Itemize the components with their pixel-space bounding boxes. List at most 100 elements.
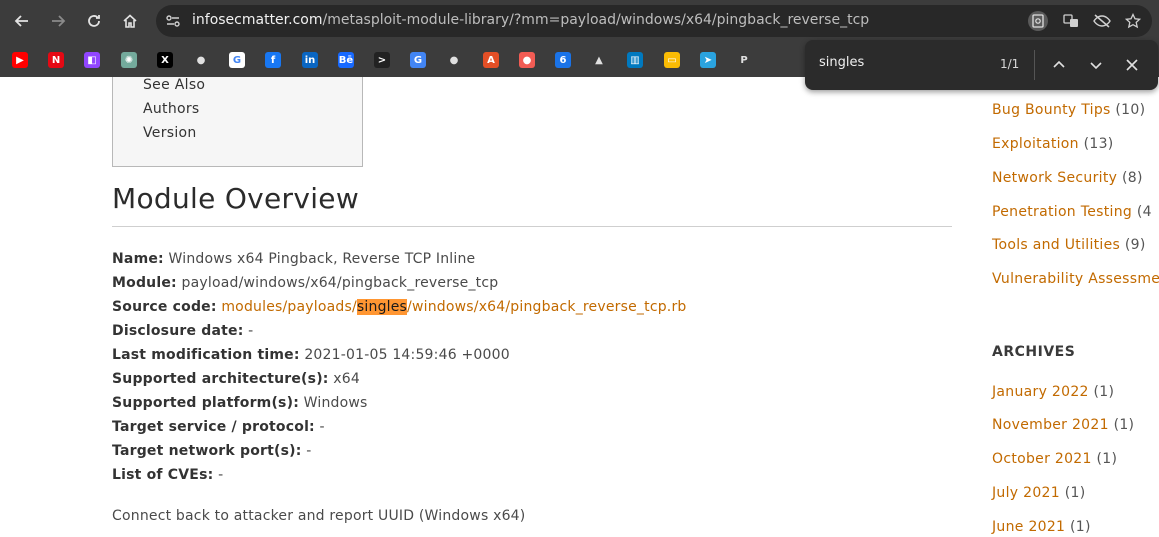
- reload-icon: [88, 15, 100, 27]
- eye-off-icon[interactable]: [1092, 11, 1112, 31]
- home-icon: [123, 14, 137, 28]
- prompt-icon[interactable]: >: [374, 52, 390, 68]
- twitch-icon[interactable]: ◧: [84, 52, 100, 68]
- find-close-button[interactable]: [1121, 54, 1143, 76]
- acrobat-icon[interactable]: A: [483, 52, 499, 68]
- home-button[interactable]: [117, 8, 143, 34]
- prop-name-value: Windows x64 Pingback, Reverse TCP Inline: [168, 251, 476, 267]
- trello-icon[interactable]: ▥: [627, 52, 643, 68]
- prop-cves: List of CVEs: -: [112, 467, 223, 483]
- paypal-icon[interactable]: P: [736, 52, 752, 68]
- archive-link[interactable]: November 2021: [992, 417, 1109, 433]
- address-bar[interactable]: infosecmatter.com/metasploit-module-libr…: [156, 5, 1152, 37]
- prop-cves-value: -: [218, 467, 224, 483]
- github-icon[interactable]: ●: [446, 52, 462, 68]
- chatgpt-icon[interactable]: ✺: [121, 52, 137, 68]
- prop-lastmod: Last modification time: 2021-01-05 14:59…: [112, 347, 510, 363]
- prop-module-label: Module:: [112, 275, 177, 291]
- category-item[interactable]: Vulnerability Assessme: [992, 271, 1159, 287]
- facebook-icon[interactable]: f: [265, 52, 281, 68]
- source-path-post: /windows/x64/pingback_reverse_tcp.rb: [407, 299, 687, 315]
- toc-item-see-also[interactable]: See Also: [143, 77, 205, 93]
- archive-link[interactable]: October 2021: [992, 451, 1092, 467]
- arrow-right-icon: [52, 15, 66, 27]
- prop-source: Source code: modules/payloads/singles/wi…: [112, 299, 687, 315]
- keep-icon[interactable]: ▭: [664, 52, 680, 68]
- apple-icon[interactable]: ●: [193, 52, 209, 68]
- prop-port-label: Target network port(s):: [112, 443, 302, 459]
- archive-link[interactable]: June 2021: [992, 519, 1065, 535]
- forward-button[interactable]: [45, 8, 71, 34]
- category-item[interactable]: Penetration Testing (4: [992, 204, 1152, 220]
- chevron-down-icon: [1090, 62, 1102, 70]
- archive-item[interactable]: October 2021 (1): [992, 451, 1117, 467]
- source-path-pre: modules/payloads/: [221, 299, 357, 315]
- category-link[interactable]: Vulnerability Assessme: [992, 271, 1159, 287]
- find-input[interactable]: [819, 55, 979, 70]
- find-previous-button[interactable]: [1048, 54, 1070, 76]
- category-item[interactable]: Bug Bounty Tips (10): [992, 102, 1145, 118]
- archive-item[interactable]: January 2022 (1): [992, 384, 1114, 400]
- find-next-button[interactable]: [1085, 54, 1107, 76]
- archive-count: (1): [1113, 417, 1135, 433]
- linkedin-icon[interactable]: in: [302, 52, 318, 68]
- bookmark-star-icon[interactable]: [1123, 11, 1143, 31]
- prop-name-label: Name:: [112, 251, 164, 267]
- prop-platform: Supported platform(s): Windows: [112, 395, 368, 411]
- prop-arch: Supported architecture(s): x64: [112, 371, 360, 387]
- category-link[interactable]: Tools and Utilities: [992, 237, 1120, 253]
- prop-platform-value: Windows: [303, 395, 368, 411]
- archive-item[interactable]: July 2021 (1): [992, 485, 1085, 501]
- behance-icon[interactable]: Bē: [338, 52, 354, 68]
- x-icon[interactable]: X: [157, 52, 173, 68]
- category-link[interactable]: Bug Bounty Tips: [992, 102, 1111, 118]
- archive-link[interactable]: January 2022: [992, 384, 1089, 400]
- module-description: Connect back to attacker and report UUID…: [112, 508, 526, 524]
- back-button[interactable]: [9, 8, 35, 34]
- chevron-up-icon: [1053, 60, 1065, 68]
- category-item[interactable]: Network Security (8): [992, 170, 1143, 186]
- youtube-icon[interactable]: ▶: [12, 52, 28, 68]
- archive-item[interactable]: November 2021 (1): [992, 417, 1134, 433]
- toc-item-authors[interactable]: Authors: [143, 101, 200, 117]
- prop-arch-label: Supported architecture(s):: [112, 371, 329, 387]
- toc-item-version[interactable]: Version: [143, 125, 197, 141]
- category-link[interactable]: Network Security: [992, 170, 1117, 186]
- find-match-highlight: singles: [356, 299, 408, 315]
- translate-icon[interactable]: G: [410, 52, 426, 68]
- archive-count: (1): [1096, 451, 1118, 467]
- archive-count: (1): [1064, 485, 1086, 501]
- screencast-icon[interactable]: ●: [519, 52, 535, 68]
- title-divider: [112, 226, 952, 227]
- category-link[interactable]: Exploitation: [992, 136, 1079, 152]
- source-code-link[interactable]: modules/payloads/singles/windows/x64/pin…: [221, 299, 686, 315]
- url-text[interactable]: infosecmatter.com/metasploit-module-libr…: [192, 12, 869, 28]
- netflix-icon[interactable]: N: [48, 52, 64, 68]
- category-link[interactable]: Penetration Testing: [992, 204, 1132, 220]
- site-info-icon[interactable]: [163, 11, 183, 31]
- page-content: See Also Authors Version Module Overview…: [0, 77, 1159, 537]
- browser-toolbar: infosecmatter.com/metasploit-module-libr…: [0, 0, 1159, 43]
- drive-icon[interactable]: ▲: [591, 52, 607, 68]
- prop-source-label: Source code:: [112, 299, 217, 315]
- prop-service-label: Target service / protocol:: [112, 419, 315, 435]
- prop-lastmod-label: Last modification time:: [112, 347, 300, 363]
- find-in-page-icon[interactable]: [1028, 11, 1048, 31]
- url-path: /metasploit-module-library/?mm=payload/w…: [322, 12, 870, 28]
- calendar-icon[interactable]: 6: [555, 52, 571, 68]
- prop-port: Target network port(s): -: [112, 443, 311, 459]
- archive-count: (1): [1070, 519, 1091, 535]
- telegram-icon[interactable]: ➤: [700, 52, 716, 68]
- category-item[interactable]: Exploitation (13): [992, 136, 1114, 152]
- translate-icon[interactable]: [1061, 11, 1081, 31]
- close-icon: [1126, 59, 1138, 71]
- category-count: (13): [1083, 136, 1114, 152]
- archive-item[interactable]: June 2021 (1): [992, 519, 1091, 535]
- table-of-contents: See Also Authors Version: [112, 77, 363, 167]
- category-item[interactable]: Tools and Utilities (9): [992, 237, 1146, 253]
- archive-link[interactable]: July 2021: [992, 485, 1060, 501]
- reload-button[interactable]: [81, 8, 107, 34]
- url-host: infosecmatter.com: [192, 12, 323, 28]
- google-icon[interactable]: G: [229, 52, 245, 68]
- archives-heading: ARCHIVES: [992, 344, 1076, 360]
